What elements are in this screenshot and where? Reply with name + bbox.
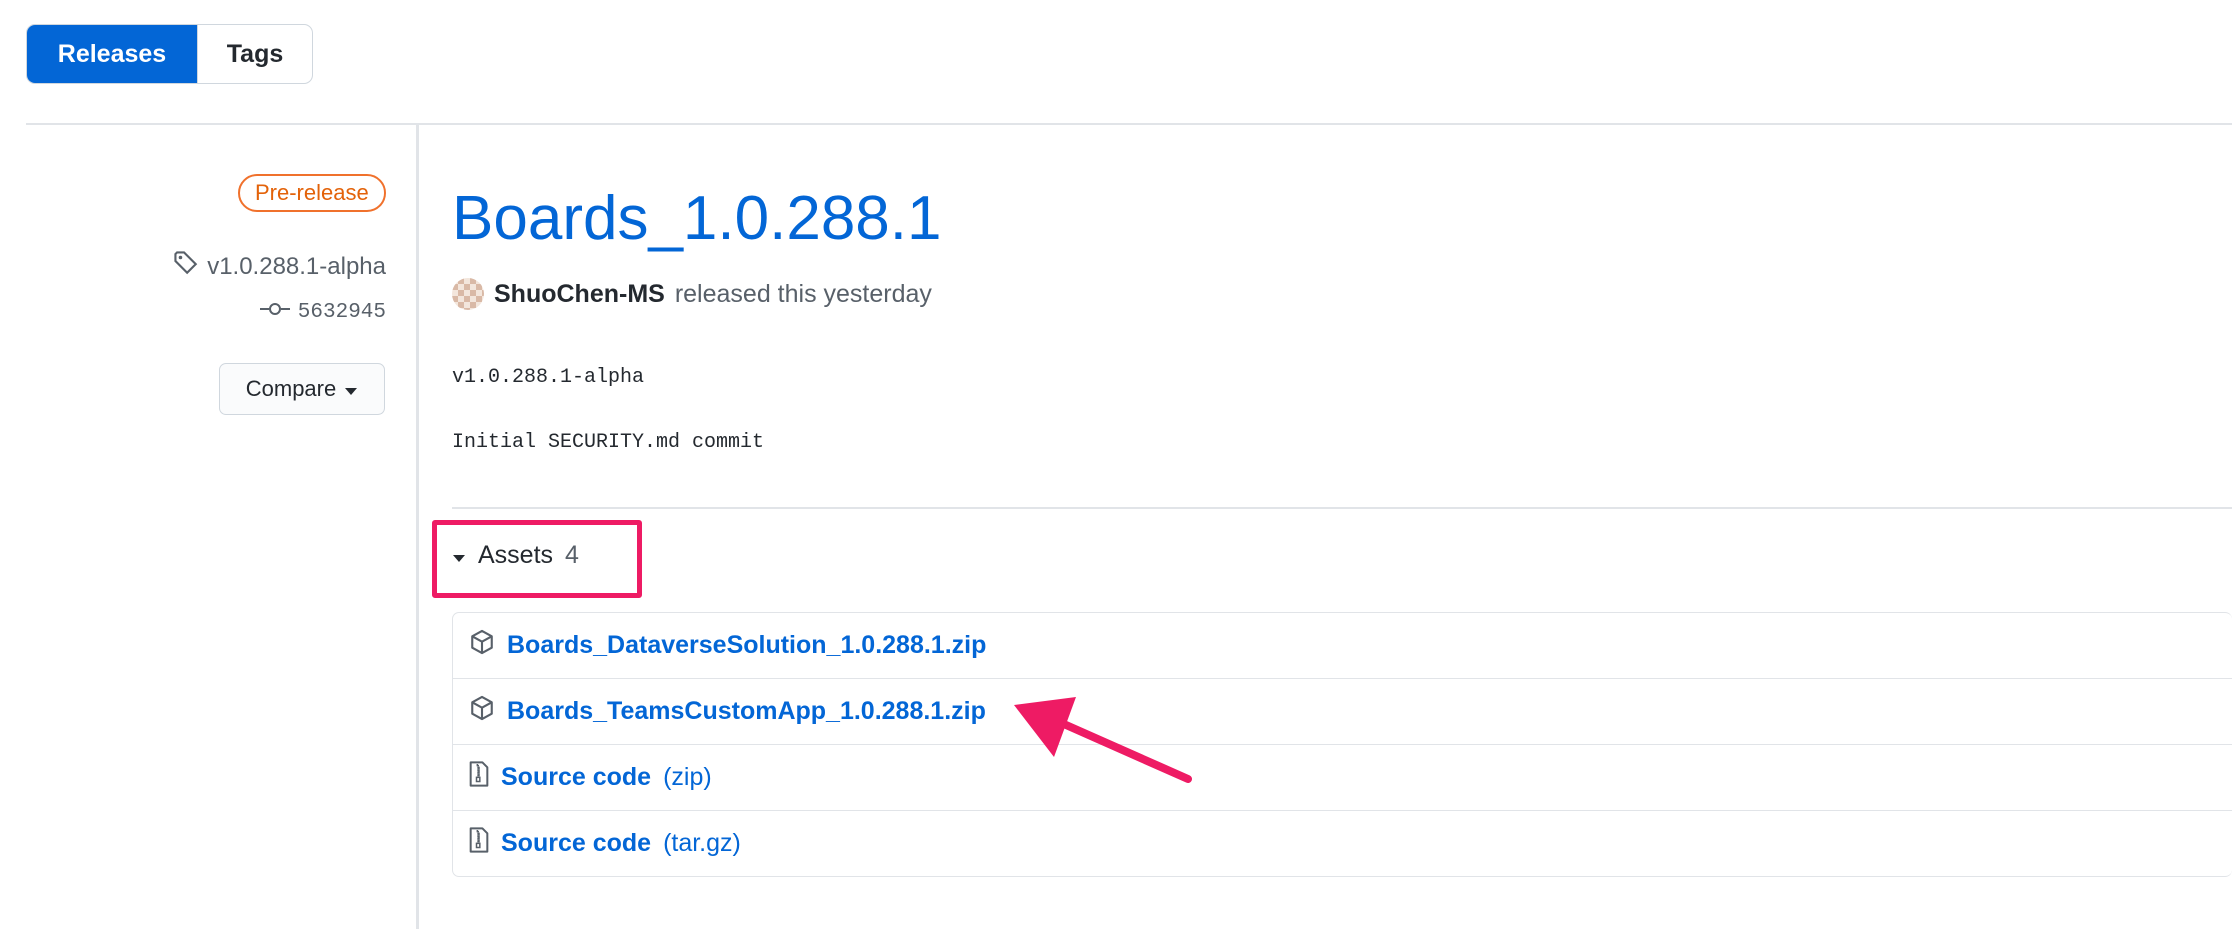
avatar[interactable] xyxy=(452,278,484,310)
caret-down-icon xyxy=(344,376,358,402)
annotation-highlight-box xyxy=(432,520,642,598)
asset-row[interactable]: Boards_TeamsCustomApp_1.0.288.1.zip xyxy=(453,678,2232,744)
prerelease-badge: Pre-release xyxy=(238,174,386,212)
file-zip-icon xyxy=(469,760,489,795)
source-code-link[interactable]: Source code xyxy=(501,829,651,858)
release-tag-link[interactable]: v1.0.288.1-alpha xyxy=(173,250,386,283)
source-code-link[interactable]: Source code xyxy=(501,763,651,792)
tag-name: v1.0.288.1-alpha xyxy=(207,252,386,280)
asset-download-link[interactable]: Boards_DataverseSolution_1.0.288.1.zip xyxy=(507,631,986,660)
release-body-tag: v1.0.288.1-alpha xyxy=(452,366,645,389)
release-tabs: Releases Tags xyxy=(26,24,313,84)
source-format: (tar.gz) xyxy=(663,829,741,857)
file-zip-icon xyxy=(469,826,489,861)
release-body-message: Initial SECURITY.md commit xyxy=(452,431,765,454)
tab-releases[interactable]: Releases xyxy=(27,25,197,83)
source-format: (zip) xyxy=(663,763,712,791)
asset-list: Boards_DataverseSolution_1.0.288.1.zip B… xyxy=(452,612,2232,877)
released-text: released this yesterday xyxy=(674,279,932,308)
commit-sha: 5632945 xyxy=(297,301,386,324)
package-icon xyxy=(469,629,495,662)
compare-button[interactable]: Compare xyxy=(219,363,385,415)
tag-icon xyxy=(173,250,199,283)
annotation-arrow xyxy=(1010,695,1200,800)
asset-download-link[interactable]: Boards_TeamsCustomApp_1.0.288.1.zip xyxy=(507,697,986,726)
divider xyxy=(452,507,2232,509)
release-title[interactable]: Boards_1.0.288.1 xyxy=(452,183,942,254)
package-icon xyxy=(469,695,495,728)
compare-label: Compare xyxy=(245,376,337,401)
asset-row[interactable]: Source code (tar.gz) xyxy=(453,810,2232,876)
release-byline: ShuoChen-MS released this yesterday xyxy=(452,278,932,310)
timeline-line xyxy=(416,124,419,929)
commit-link[interactable]: 5632945 xyxy=(259,301,386,324)
divider xyxy=(26,123,2232,125)
tab-tags[interactable]: Tags xyxy=(197,25,312,83)
asset-row[interactable]: Source code (zip) xyxy=(453,744,2232,810)
asset-row[interactable]: Boards_DataverseSolution_1.0.288.1.zip xyxy=(453,613,2232,678)
commit-icon xyxy=(259,301,290,324)
author-link[interactable]: ShuoChen-MS xyxy=(494,280,665,309)
